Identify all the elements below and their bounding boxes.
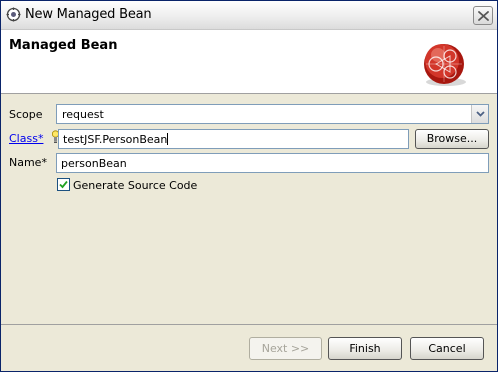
wizard-header: Managed Bean (1, 30, 497, 94)
dialog-window: New Managed Bean Managed Bean Scope requ… (0, 0, 498, 372)
class-field-value: testJSF.PersonBean (63, 133, 169, 146)
name-field[interactable]: personBean (56, 153, 489, 173)
app-icon (6, 7, 21, 22)
class-link[interactable]: Class* (9, 132, 43, 145)
scope-select[interactable]: request (56, 104, 489, 124)
generate-source-label[interactable]: Generate Source Code (73, 179, 197, 192)
name-label: Name* (9, 156, 47, 169)
browse-button[interactable]: Browse... (415, 129, 489, 149)
scope-selected-value: request (62, 108, 104, 121)
name-field-value: personBean (61, 157, 127, 170)
dropdown-arrow-icon (476, 111, 485, 117)
close-button[interactable] (473, 6, 493, 25)
checkmark-icon (59, 180, 68, 189)
finish-button[interactable]: Finish (328, 337, 402, 360)
cancel-button[interactable]: Cancel (410, 337, 484, 360)
title-bar[interactable]: New Managed Bean (1, 1, 497, 30)
scope-label: Scope (9, 108, 43, 121)
class-field[interactable]: testJSF.PersonBean (58, 129, 409, 149)
window-title: New Managed Bean (25, 7, 152, 22)
button-bar: Next >> Finish Cancel (1, 325, 497, 371)
generate-source-checkbox[interactable] (57, 178, 70, 191)
managed-bean-logo (424, 44, 466, 86)
next-button[interactable]: Next >> (249, 337, 322, 360)
form-area: Scope request Class* testJSF.PersonBean … (1, 94, 497, 324)
text-caret (167, 133, 169, 145)
close-icon (478, 11, 489, 21)
page-title: Managed Bean (9, 38, 118, 53)
scope-dropdown-button[interactable] (471, 105, 488, 123)
